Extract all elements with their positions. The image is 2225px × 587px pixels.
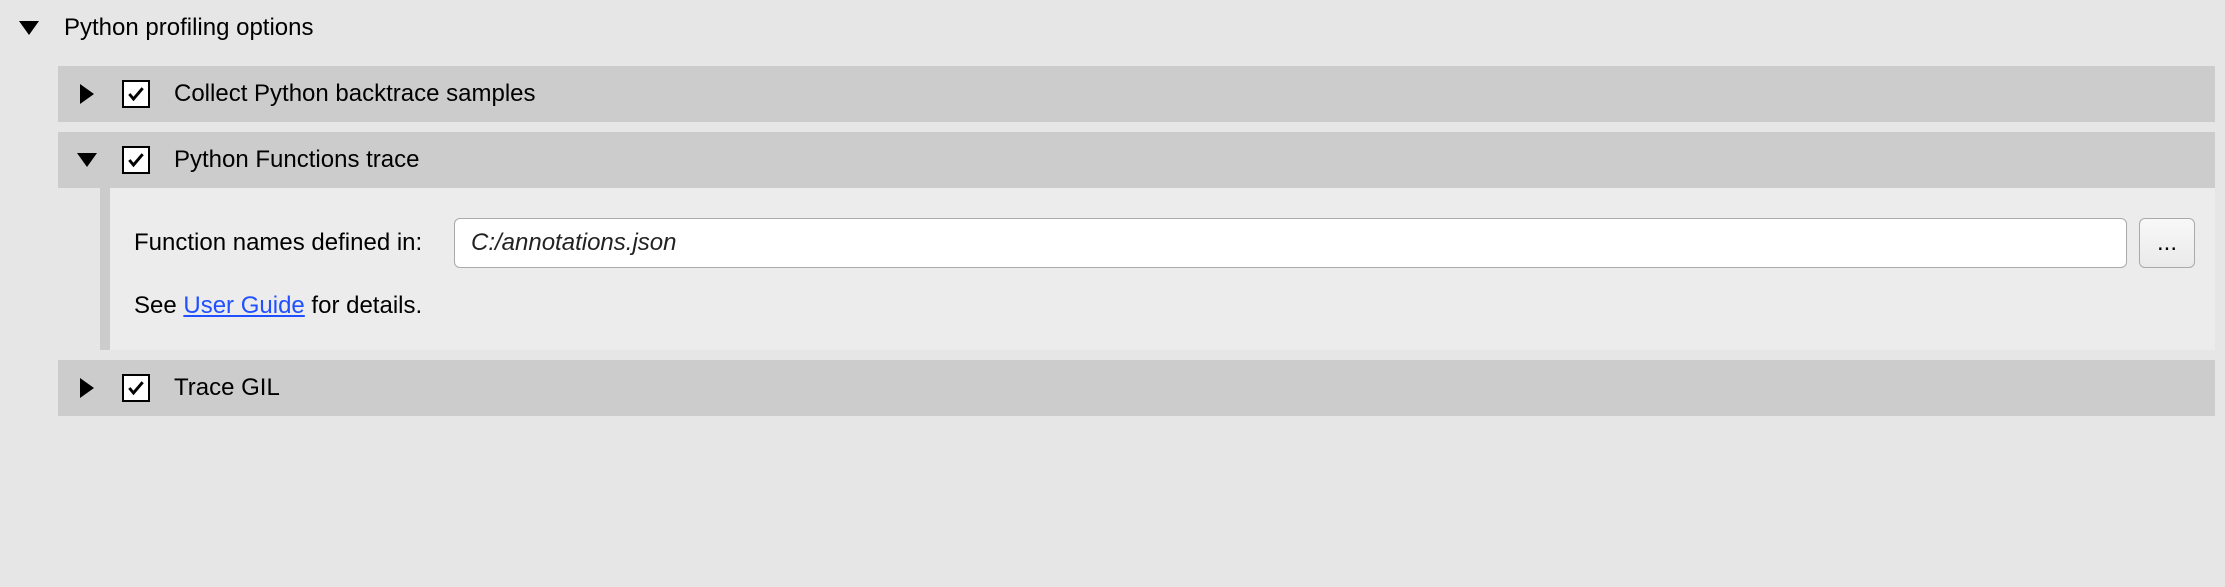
main-section-header[interactable]: Python profiling options bbox=[0, 0, 2225, 56]
browse-button[interactable]: ... bbox=[2139, 218, 2195, 268]
functions-trace-label: Python Functions trace bbox=[174, 146, 419, 174]
trace-gil-label: Trace GIL bbox=[174, 374, 280, 402]
help-suffix: for details. bbox=[305, 292, 422, 319]
function-names-input[interactable] bbox=[454, 218, 2127, 268]
chevron-right-icon bbox=[80, 378, 94, 398]
user-guide-link[interactable]: User Guide bbox=[183, 292, 304, 319]
chevron-down-icon bbox=[19, 21, 39, 35]
trace-gil-section-header[interactable]: Trace GIL bbox=[58, 360, 2215, 416]
checkmark-icon bbox=[126, 84, 146, 104]
chevron-down-icon bbox=[77, 153, 97, 167]
checkmark-icon bbox=[126, 378, 146, 398]
help-text: See User Guide for details. bbox=[134, 292, 2195, 320]
expand-toggle-backtrace[interactable] bbox=[76, 84, 98, 104]
backtrace-label: Collect Python backtrace samples bbox=[174, 80, 536, 108]
function-names-label: Function names defined in: bbox=[134, 229, 454, 257]
main-section-title: Python profiling options bbox=[64, 14, 314, 42]
function-names-field-row: Function names defined in: ... bbox=[134, 218, 2195, 268]
functions-trace-checkbox[interactable] bbox=[122, 146, 150, 174]
chevron-right-icon bbox=[80, 84, 94, 104]
expand-toggle-trace-gil[interactable] bbox=[76, 378, 98, 398]
checkmark-icon bbox=[126, 150, 146, 170]
trace-gil-checkbox[interactable] bbox=[122, 374, 150, 402]
expand-toggle-functions-trace[interactable] bbox=[76, 153, 98, 167]
backtrace-section-header[interactable]: Collect Python backtrace samples bbox=[58, 66, 2215, 122]
help-prefix: See bbox=[134, 292, 183, 319]
expand-toggle-main[interactable] bbox=[18, 21, 40, 35]
backtrace-checkbox[interactable] bbox=[122, 80, 150, 108]
functions-trace-section-header[interactable]: Python Functions trace bbox=[58, 132, 2215, 188]
functions-trace-content: Function names defined in: ... See User … bbox=[100, 188, 2215, 350]
